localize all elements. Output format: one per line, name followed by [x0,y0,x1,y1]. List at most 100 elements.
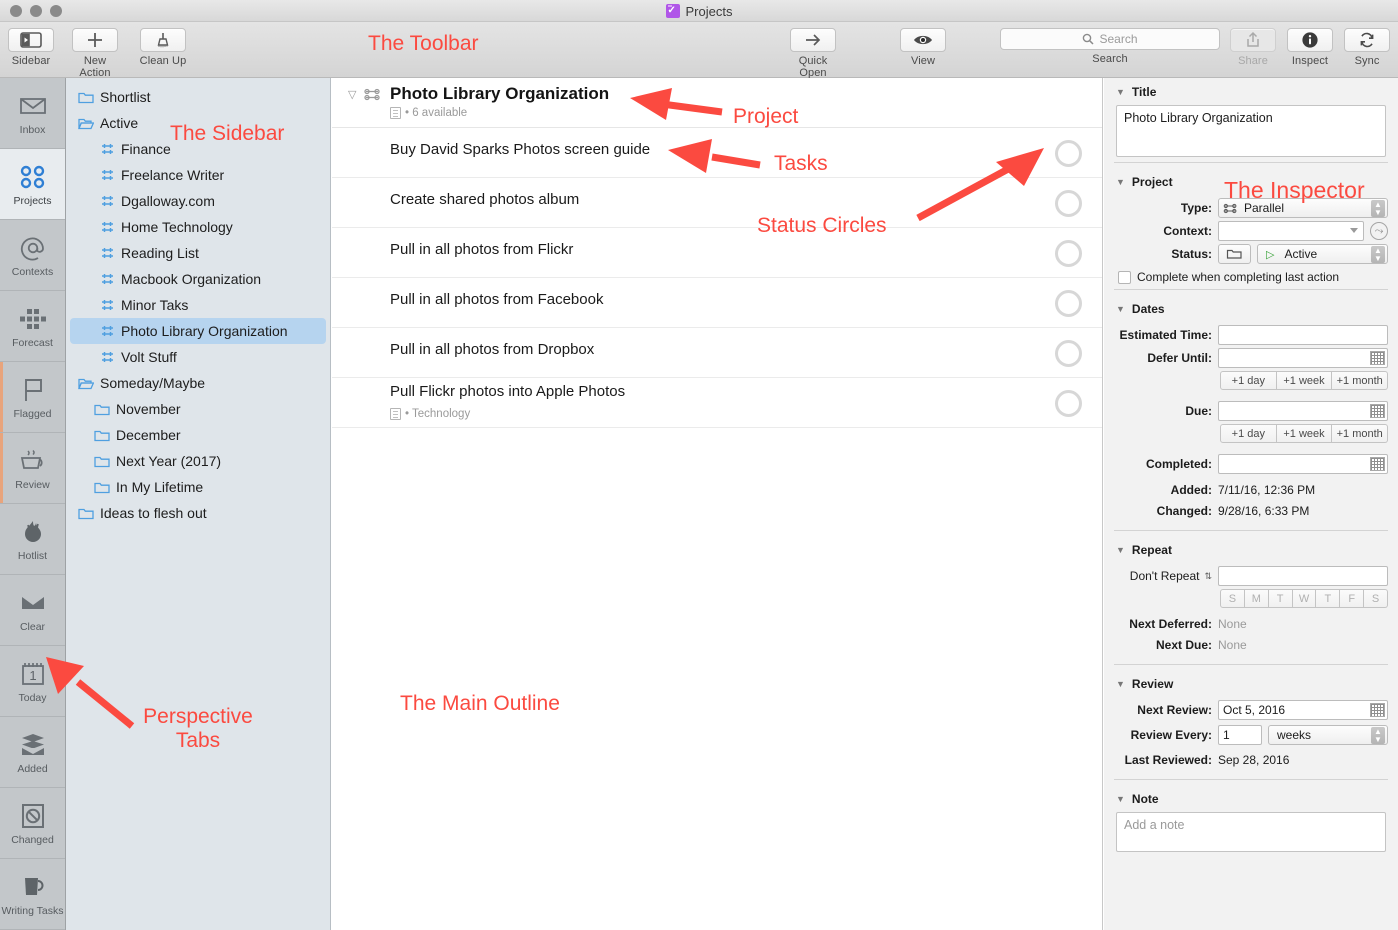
completed-input[interactable] [1218,454,1388,474]
project-header-row[interactable]: ▽ Photo Library Organization • 6 availab… [332,78,1102,128]
complete-when-last-action-row[interactable]: Complete when completing last action [1118,270,1398,284]
day-wednesday-button[interactable]: W [1292,589,1317,608]
repeat-value-input[interactable] [1218,566,1388,586]
sidebar-item-dgalloway-com[interactable]: Dgalloway.com [66,188,330,214]
sync-icon[interactable] [1344,28,1390,52]
status-circle[interactable] [1055,140,1082,167]
toolbar-sync-button[interactable]: Sync [1343,28,1391,67]
toolbar-search[interactable]: Search Search [1000,28,1220,65]
stepper-arrows-icon[interactable]: ▲ ▼ [1371,246,1385,263]
sidebar-item-december[interactable]: December [66,422,330,448]
toolbar-inspect-button[interactable]: Inspect [1286,28,1334,67]
sidebar-item-macbook-organization[interactable]: Macbook Organization [66,266,330,292]
perspective-tab-review[interactable]: Review [0,433,65,504]
defer-plus-1-week-button[interactable]: +1 week [1276,371,1333,390]
repeat-mode-popup[interactable]: Don't Repeat ⇅ [1104,569,1212,583]
perspective-tab-projects[interactable]: Projects [0,149,65,220]
task-name[interactable]: Pull in all photos from Flickr [390,241,573,258]
due-plus-1-day-button[interactable]: +1 day [1220,424,1277,443]
toolbar-new-action-button[interactable]: New Action [71,28,119,79]
perspective-tab-inbox[interactable]: Inbox [0,78,65,149]
task-name[interactable]: Create shared photos album [390,191,579,208]
perspective-tab-hotlist[interactable]: Hotlist [0,504,65,575]
chevron-down-icon[interactable]: ▼ [1116,794,1125,804]
perspective-tab-added[interactable]: Added [0,717,65,788]
status-circle[interactable] [1055,290,1082,317]
day-sunday-button[interactable]: S [1220,589,1245,608]
task-name[interactable]: Pull in all photos from Facebook [390,291,603,308]
chevron-down-icon[interactable]: ▼ [1116,304,1125,314]
sidebar-item-photo-library-organization[interactable]: Photo Library Organization [70,318,326,344]
perspective-tab-flagged[interactable]: Flagged [0,362,65,433]
task-row[interactable]: Pull in all photos from Flickr [332,228,1102,278]
stepper-arrows-icon[interactable]: ▲ ▼ [1371,200,1385,217]
sidebar-item-november[interactable]: November [66,396,330,422]
status-circle[interactable] [1055,190,1082,217]
project-title[interactable]: Photo Library Organization [390,84,609,104]
status-circle[interactable] [1055,340,1082,367]
sidebar-item-in-my-lifetime[interactable]: In My Lifetime [66,474,330,500]
stepper-arrows-icon[interactable]: ⇅ [1204,571,1212,582]
day-friday-button[interactable]: F [1340,589,1365,608]
sidebar-item-reading-list[interactable]: Reading List [66,240,330,266]
sidebar-icon[interactable] [8,28,54,52]
toolbar-share-button[interactable]: Share [1229,28,1277,67]
chevron-down-icon[interactable] [1350,228,1358,233]
toolbar-quick-open-button[interactable]: Quick Open [789,28,837,79]
perspective-tab-today[interactable]: 1 Today [0,646,65,717]
chevron-down-icon[interactable]: ▼ [1116,545,1125,555]
task-name[interactable]: Pull in all photos from Dropbox [390,341,594,358]
review-every-input[interactable]: 1 [1218,725,1262,745]
arrow-right-icon[interactable] [790,28,836,52]
calendar-icon[interactable] [1370,457,1385,471]
task-row[interactable]: Buy David Sparks Photos screen guide [332,128,1102,178]
inspector-section-review[interactable]: ▼ Review [1104,670,1398,697]
status-circle[interactable] [1055,240,1082,267]
calendar-icon[interactable] [1370,404,1385,418]
calendar-icon[interactable] [1370,703,1385,717]
sidebar-item-next-year[interactable]: Next Year (2017) [66,448,330,474]
sidebar-item-minor-taks[interactable]: Minor Taks [66,292,330,318]
note-field[interactable]: Add a note [1116,812,1386,852]
inspector-section-title[interactable]: ▼ Title [1104,78,1398,105]
calendar-icon[interactable] [1370,351,1385,365]
task-name[interactable]: Buy David Sparks Photos screen guide [390,141,650,158]
sidebar-item-shortlist[interactable]: Shortlist [66,84,330,110]
broom-icon[interactable] [140,28,186,52]
task-row[interactable]: Pull Flickr photos into Apple Photos • T… [332,378,1102,428]
defer-until-input[interactable] [1218,348,1388,368]
toolbar-clean-up-button[interactable]: Clean Up [139,28,187,67]
search-input[interactable]: Search [1000,28,1220,50]
chevron-down-icon[interactable]: ▼ [1116,177,1125,187]
estimated-time-input[interactable] [1218,325,1388,345]
due-plus-1-week-button[interactable]: +1 week [1276,424,1333,443]
review-every-unit-popup[interactable]: weeks ▲ ▼ [1268,725,1388,745]
chevron-down-icon[interactable]: ▼ [1116,87,1125,97]
sidebar-item-freelance-writer[interactable]: Freelance Writer [66,162,330,188]
task-row[interactable]: Create shared photos album [332,178,1102,228]
chevron-down-icon[interactable]: ▼ [1116,679,1125,689]
project-status-popup[interactable]: ▷ Active ▲ ▼ [1257,244,1388,264]
title-field[interactable]: Photo Library Organization [1116,105,1386,157]
day-thursday-button[interactable]: T [1316,589,1341,608]
day-tuesday-button[interactable]: T [1268,589,1293,608]
status-circle[interactable] [1055,390,1082,417]
sidebar-item-ideas-to-flesh-out[interactable]: Ideas to flesh out [66,500,330,526]
plus-icon[interactable] [72,28,118,52]
complete-checkbox[interactable] [1118,270,1131,284]
day-monday-button[interactable]: M [1244,589,1269,608]
perspective-tab-clear[interactable]: Clear [0,575,65,646]
perspective-tab-forecast[interactable]: Forecast [0,291,65,362]
sidebar-item-volt-stuff[interactable]: Volt Stuff [66,344,330,370]
task-row[interactable]: Pull in all photos from Facebook [332,278,1102,328]
toolbar-sidebar-button[interactable]: Sidebar [8,28,54,67]
sidebar-item-someday-maybe[interactable]: Someday/Maybe [66,370,330,396]
project-folder-button[interactable] [1218,244,1251,264]
defer-plus-1-day-button[interactable]: +1 day [1220,371,1277,390]
toolbar-view-button[interactable]: View [899,28,947,67]
sidebar-item-home-technology[interactable]: Home Technology [66,214,330,240]
project-context-combo[interactable] [1218,221,1364,241]
perspective-tab-writing-tasks[interactable]: Writing Tasks [0,859,65,930]
due-plus-1-month-button[interactable]: +1 month [1332,424,1389,443]
info-icon[interactable] [1287,28,1333,52]
